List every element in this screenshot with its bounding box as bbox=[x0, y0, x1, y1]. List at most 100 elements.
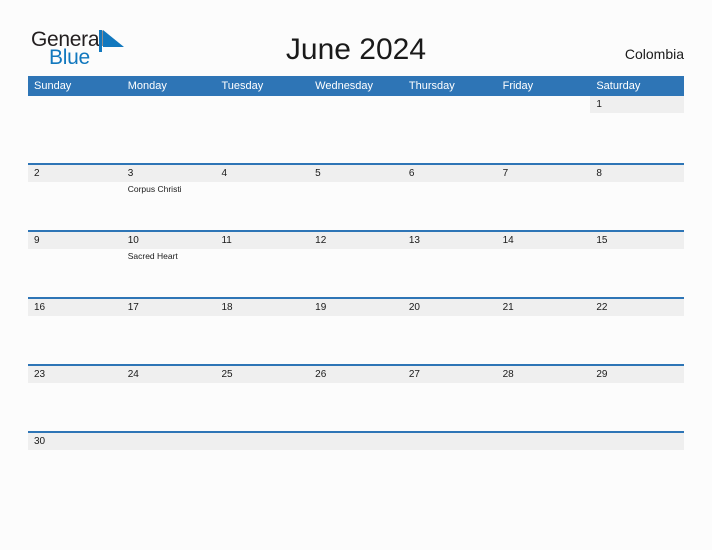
weekday-header-friday: Friday bbox=[502, 80, 534, 92]
day-number-empty bbox=[28, 96, 122, 113]
calendar-weeks: 1 2 3 4 5 6 7 8 Corpus Christi 9 10 11 12 13 14 15 Sacre… bbox=[28, 96, 684, 457]
calendar-week-row: 2 3 4 5 6 7 8 Corpus Christi bbox=[28, 163, 684, 230]
page-header: General Blue June 2024 Colombia bbox=[0, 0, 712, 76]
day-cell bbox=[403, 383, 497, 433]
day-cell bbox=[309, 113, 403, 163]
holiday-label: Corpus Christi bbox=[127, 184, 182, 194]
day-number-24[interactable]: 24 bbox=[122, 366, 216, 383]
day-number-2[interactable]: 2 bbox=[28, 165, 122, 182]
week-event-band: Sacred Heart bbox=[28, 249, 684, 299]
weekday-header-row: Sunday Monday Tuesday Wednesday Thursday Frid… bbox=[28, 76, 684, 96]
week-event-band: Corpus Christi bbox=[28, 182, 684, 232]
day-number-12[interactable]: 12 bbox=[309, 232, 403, 249]
day-cell bbox=[497, 113, 591, 163]
day-number-empty bbox=[403, 433, 497, 450]
calendar-week-row: 9 10 11 12 13 14 15 Sacred Heart bbox=[28, 230, 684, 297]
calendar-week-row: 1 bbox=[28, 96, 684, 163]
day-number-empty bbox=[497, 433, 591, 450]
day-number-empty bbox=[215, 433, 309, 450]
day-cell bbox=[403, 316, 497, 366]
day-cell bbox=[215, 113, 309, 163]
page-title: June 2024 bbox=[285, 33, 427, 66]
weekday-header-sunday: Sunday bbox=[34, 80, 72, 92]
week-event-band bbox=[28, 383, 684, 433]
day-cell bbox=[28, 113, 122, 163]
day-number-6[interactable]: 6 bbox=[403, 165, 497, 182]
day-cell bbox=[309, 316, 403, 366]
day-cell bbox=[28, 182, 122, 232]
day-event-cell[interactable]: Sacred Heart bbox=[122, 249, 216, 299]
weekday-header-saturday: Saturday bbox=[596, 80, 641, 92]
day-number-29[interactable]: 29 bbox=[590, 366, 684, 383]
day-number-18[interactable]: 18 bbox=[215, 299, 309, 316]
day-cell bbox=[403, 249, 497, 299]
day-number-8[interactable]: 8 bbox=[590, 165, 684, 182]
country-label: Colombia bbox=[624, 46, 684, 62]
day-number-empty bbox=[402, 96, 497, 113]
day-number-25[interactable]: 25 bbox=[215, 366, 309, 383]
day-cell bbox=[28, 316, 122, 366]
day-number-16[interactable]: 16 bbox=[28, 299, 122, 316]
weekday-header-thursday: Thursday bbox=[408, 80, 455, 92]
calendar-week-row: 16 17 18 19 20 21 22 bbox=[28, 297, 684, 364]
day-cell bbox=[403, 113, 497, 163]
day-cell bbox=[497, 383, 591, 433]
week-date-band: 23 24 25 26 27 28 29 bbox=[28, 366, 684, 383]
day-number-empty bbox=[122, 433, 216, 450]
week-date-band: 2345678 bbox=[28, 165, 684, 182]
week-date-band: 30 bbox=[28, 433, 684, 450]
day-number-5[interactable]: 5 bbox=[309, 165, 403, 182]
day-cell bbox=[122, 316, 216, 366]
day-number-10[interactable]: 10 bbox=[122, 232, 216, 249]
week-date-band: 16 17 18 19 20 21 22 bbox=[28, 299, 684, 316]
holiday-label: Sacred Heart bbox=[127, 251, 178, 261]
week-event-band bbox=[28, 450, 684, 459]
day-cell bbox=[215, 249, 309, 299]
day-number-empty bbox=[309, 96, 403, 113]
day-number-11[interactable]: 11 bbox=[215, 232, 309, 249]
weekday-header-monday: Monday bbox=[127, 80, 167, 92]
day-cell bbox=[122, 383, 216, 433]
calendar-week-row: 23 24 25 26 27 28 29 bbox=[28, 364, 684, 431]
day-number-4[interactable]: 4 bbox=[215, 165, 309, 182]
day-number-26[interactable]: 26 bbox=[309, 366, 403, 383]
day-number-empty bbox=[121, 96, 216, 113]
day-cell bbox=[215, 182, 309, 232]
weekday-header-tuesday: Tuesday bbox=[221, 80, 264, 92]
day-cell bbox=[403, 450, 497, 459]
day-cell bbox=[403, 182, 497, 232]
day-number-empty bbox=[309, 433, 403, 450]
day-cell bbox=[309, 182, 403, 232]
day-event-cell[interactable]: Corpus Christi bbox=[122, 182, 216, 232]
day-number-17[interactable]: 17 bbox=[122, 299, 216, 316]
day-cell bbox=[215, 383, 309, 433]
day-number-14[interactable]: 14 bbox=[497, 232, 591, 249]
day-number-21[interactable]: 21 bbox=[497, 299, 591, 316]
day-cell bbox=[309, 383, 403, 433]
day-number-23[interactable]: 23 bbox=[28, 366, 122, 383]
day-number-28[interactable]: 28 bbox=[497, 366, 591, 383]
day-number-7[interactable]: 7 bbox=[497, 165, 591, 182]
day-cell bbox=[309, 249, 403, 299]
day-number-27[interactable]: 27 bbox=[403, 366, 497, 383]
day-cell bbox=[497, 249, 591, 299]
day-cell bbox=[590, 249, 684, 299]
day-number-13[interactable]: 13 bbox=[403, 232, 497, 249]
day-number-1[interactable]: 1 bbox=[590, 96, 684, 113]
day-number-9[interactable]: 9 bbox=[28, 232, 122, 249]
day-number-30[interactable]: 30 bbox=[28, 433, 122, 450]
day-number-3[interactable]: 3 bbox=[122, 165, 216, 182]
day-number-20[interactable]: 20 bbox=[403, 299, 497, 316]
day-number-15[interactable]: 15 bbox=[590, 232, 684, 249]
day-number-19[interactable]: 19 bbox=[309, 299, 403, 316]
day-number-empty bbox=[496, 96, 591, 113]
week-date-band: 1 bbox=[28, 96, 684, 113]
day-cell bbox=[497, 182, 591, 232]
day-cell bbox=[590, 182, 684, 232]
day-cell bbox=[590, 316, 684, 366]
day-cell bbox=[122, 450, 216, 459]
week-date-band: 9 10 11 12 13 14 15 bbox=[28, 232, 684, 249]
day-number-22[interactable]: 22 bbox=[590, 299, 684, 316]
day-cell bbox=[28, 450, 122, 459]
weekday-header-wednesday: Wednesday bbox=[315, 80, 374, 92]
